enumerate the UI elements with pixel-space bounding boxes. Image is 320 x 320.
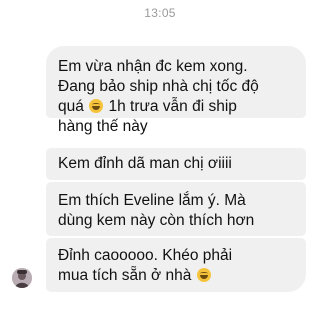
message-3-line-1: Em thích Eveline lắm ý. Mà <box>58 192 246 209</box>
message-bubble-1[interactable]: Em vừa nhận đc kem xong. Đang bảo ship n… <box>46 46 306 135</box>
message-1-line-1: Em vừa nhận đc kem xong. <box>58 58 248 75</box>
message-timestamp: 13:05 <box>144 6 176 20</box>
message-4-line-2-before: mua tích sẵn ở nhà <box>58 267 196 284</box>
message-1-line-3-before: quá <box>58 98 89 115</box>
message-bubble-4[interactable]: Đỉnh caooooo. Khéo phải mua tích sẵn ở n… <box>46 238 306 292</box>
message-bubble-2[interactable]: Kem đỉnh dã man chị ơiiii <box>46 148 306 180</box>
joy-emoji-icon <box>89 99 104 113</box>
message-1-line-4: hàng thế này <box>58 118 148 135</box>
sender-avatar[interactable] <box>12 268 32 288</box>
message-2-text: Kem đỉnh dã man chị ơiiii <box>58 155 232 172</box>
message-4-line-1: Đỉnh caooooo. Khéo phải <box>58 247 233 264</box>
joy-emoji-icon <box>196 268 211 282</box>
message-1-line-3-after: 1h trưa vẫn đi ship <box>104 98 237 115</box>
message-bubble-3[interactable]: Em thích Eveline lắm ý. Mà dùng kem này … <box>46 182 306 236</box>
message-1-line-2: Đang bảo ship nhà chị tốc độ <box>58 78 259 95</box>
message-3-line-2: dùng kem này còn thích hơn <box>58 212 255 229</box>
